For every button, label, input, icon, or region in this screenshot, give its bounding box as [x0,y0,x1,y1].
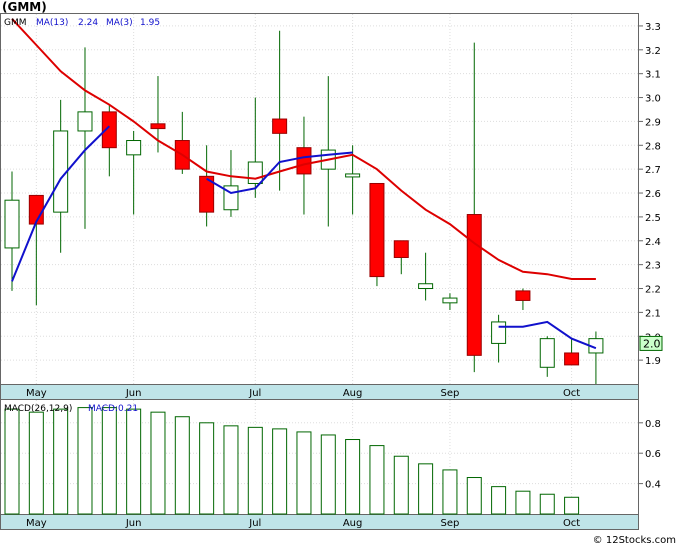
legend-symbol: GMM [4,18,27,28]
legend-ma13-label: MA(13) [36,18,68,28]
macd-bar [199,422,215,515]
price-tick-label: 3.1 [645,70,661,81]
price-month-label: Sep [441,388,460,399]
macd-bar [369,445,385,515]
macd-month-label: Oct [563,518,580,529]
macd-date-axis-band [0,514,639,530]
macd-tick-label: 0.6 [645,449,661,460]
macd-bar [491,486,507,515]
macd-bar [272,428,288,515]
price-axis-ticks: 1.9 2.0 2.1 2.2 2.3 2.4 2.5 2.6 2.7 2.8 2.9 3.0 3.1 3… [638,22,661,367]
price-tick-label: 2.7 [645,165,661,176]
macd-bar [101,407,117,515]
macd-month-label: Sep [441,518,460,529]
macd-month-label: May [26,518,47,529]
macd-bar [28,411,44,515]
price-date-axis-band [0,384,639,400]
price-month-label: Jun [125,388,142,399]
macd-month-label: Jul [248,518,261,529]
macd-bar [345,439,361,515]
macd-bar [4,408,20,515]
price-month-label: May [26,388,47,399]
price-tick-label: 2.1 [645,308,661,319]
candle-body [247,161,263,184]
candle-down [369,182,385,287]
macd-bar [539,493,555,515]
price-month-label: Oct [563,388,580,399]
macd-bar [418,463,434,515]
price-tick-label: 2.5 [645,213,661,224]
price-tick-label: 2.6 [645,189,661,200]
chart-canvas: 1.9 2.0 2.1 2.2 2.3 2.4 2.5 2.6 2.7 2.8 2.9 3.0 3.1 3… [0,0,676,546]
price-tick-label: 2.2 [645,285,661,296]
candle-body [369,182,385,278]
price-tick-label: 2.3 [645,261,661,272]
candle-body [296,147,312,175]
macd-legend-label: MACD(26,12,9) [4,404,72,414]
legend-ma13-value: 2.24 [78,18,98,28]
macd-bar [150,411,166,515]
price-month-label: Aug [343,388,363,399]
price-tick-label: 3.2 [645,46,661,57]
candle-body [4,199,20,249]
last-price-label: 2.0 [643,337,661,350]
candle-body [272,118,288,134]
macd-bar [223,425,239,515]
price-panel-frame [0,13,639,385]
candle-body [466,214,482,356]
macd-bar [77,407,93,515]
macd-bar [564,496,580,515]
candle-body [393,240,409,258]
macd-bar [466,477,482,515]
macd-bar [126,408,142,515]
price-tick-label: 2.8 [645,141,661,152]
candle-body [491,321,507,344]
macd-legend: MACD(26,12,9) MACD:0.21 [4,404,138,414]
candle-body [564,352,580,366]
macd-tick-label: 0.8 [645,419,661,430]
candle-body [539,338,555,368]
macd-axis-ticks: 0.4 0.6 0.8 [638,419,661,491]
candle-body [150,123,166,130]
candle-body [515,290,531,301]
legend-ma3-value: 1.95 [140,18,160,28]
price-tick-label: 1.9 [645,356,661,367]
candle-body [126,140,142,156]
last-price-marker: 2.0 [639,335,663,351]
candle-body [345,173,361,178]
legend-ma3-label: MA(3) [106,18,133,28]
price-tick-label: 2.4 [645,237,661,248]
price-month-label: Jul [248,388,261,399]
candle-body [442,297,458,304]
macd-bar [174,416,190,515]
ticker-title: (GMM) [2,0,47,14]
price-tick-label: 3.3 [645,22,661,33]
macd-tick-label: 0.4 [645,480,661,491]
macd-bar [320,434,336,515]
macd-bar [515,490,531,515]
macd-month-label: Aug [343,518,363,529]
macd-month-label: Jun [125,518,142,529]
candle-body [418,283,434,290]
stock-chart-figure: 1.9 2.0 2.1 2.2 2.3 2.4 2.5 2.6 2.7 2.8 2.9 3.0 3.1 3… [0,0,680,546]
macd-bar [393,455,409,515]
macd-legend-value: MACD:0.21 [88,404,138,414]
macd-bar [53,408,69,515]
macd-bar [247,426,263,515]
macd-bar [442,469,458,515]
price-tick-label: 3.0 [645,94,661,105]
macd-bar [296,431,312,515]
footer-credit: © 12Stocks.com [593,535,676,546]
price-tick-label: 2.9 [645,117,661,128]
candle-body [77,111,93,132]
